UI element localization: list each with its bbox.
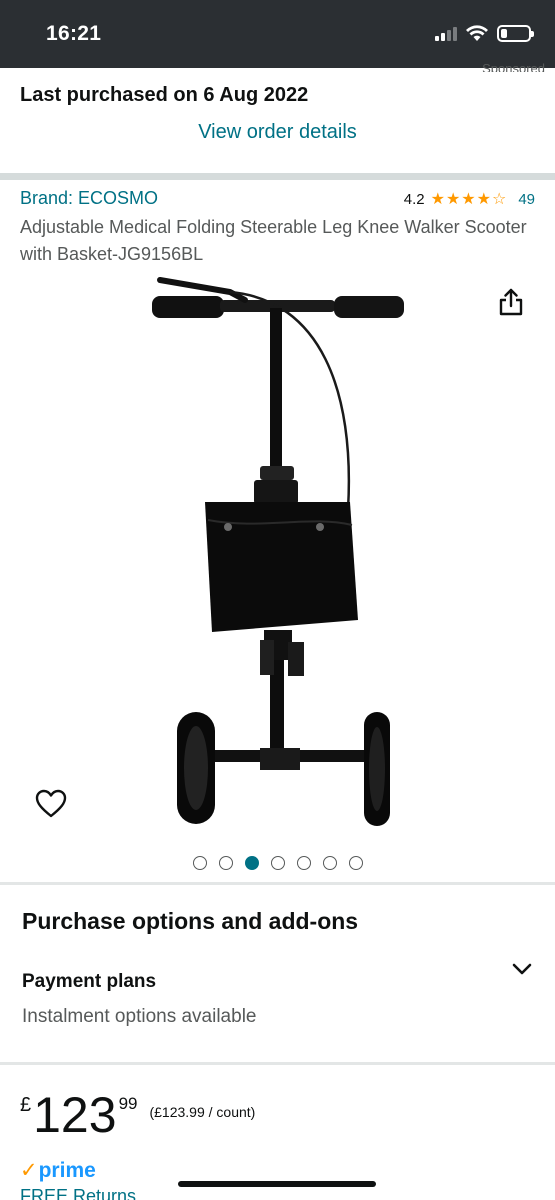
carousel-dot[interactable] xyxy=(244,856,259,870)
carousel-dot[interactable] xyxy=(218,856,233,870)
star-full-icon: ★ xyxy=(445,190,461,208)
status-time: 16:21 xyxy=(46,22,102,45)
status-bar: 16:21 xyxy=(0,0,555,68)
chevron-down-icon[interactable] xyxy=(511,960,533,978)
cellular-signal-icon xyxy=(435,25,457,41)
status-icons xyxy=(435,24,534,42)
share-icon[interactable] xyxy=(497,287,525,317)
star-full-icon: ★ xyxy=(461,190,476,208)
purchase-options-heading: Purchase options and add-ons xyxy=(22,908,359,934)
price-block: £ 123 99 (£123.99 / count) xyxy=(20,1090,255,1140)
star-rating: ★ ★ ★ ★ ☆ xyxy=(430,190,507,208)
rating-summary[interactable]: 4.2 ★ ★ ★ ★ ☆ 49 xyxy=(404,191,535,208)
carousel-dot[interactable] xyxy=(192,856,207,870)
star-full-icon: ★ xyxy=(430,190,445,208)
section-divider xyxy=(0,173,555,180)
home-indicator[interactable] xyxy=(178,1181,376,1187)
rating-value: 4.2 xyxy=(403,191,425,208)
carousel-dot[interactable] xyxy=(270,856,285,870)
product-image[interactable] xyxy=(120,270,440,840)
free-returns-link[interactable]: FREE Returns xyxy=(20,1186,136,1200)
image-carousel-dots xyxy=(0,856,555,870)
battery-icon xyxy=(497,24,534,42)
carousel-dot[interactable] xyxy=(348,856,363,870)
price-whole: 123 xyxy=(33,1087,117,1143)
prime-label: prime xyxy=(38,1158,96,1182)
payment-plans-subtitle: Instalment options available xyxy=(22,1006,257,1027)
carousel-dot[interactable] xyxy=(322,856,337,870)
star-full-icon: ★ xyxy=(476,190,491,208)
brand-link[interactable]: Brand: ECOSMO xyxy=(20,188,158,209)
last-purchased-text: Last purchased on 6 Aug 2022 xyxy=(20,84,309,106)
product-title: Adjustable Medical Folding Steerable Leg… xyxy=(20,217,527,264)
sponsored-label: Sponsored xyxy=(482,61,545,72)
star-empty-icon: ☆ xyxy=(491,190,507,208)
carousel-dot[interactable] xyxy=(296,856,311,870)
rating-count[interactable]: 49 xyxy=(518,191,535,208)
wifi-icon xyxy=(466,25,488,41)
heart-icon[interactable] xyxy=(35,789,67,819)
prime-badge: ✓ prime xyxy=(20,1158,96,1183)
price-per-unit: (£123.99 / count) xyxy=(149,1104,256,1120)
prime-check-icon: ✓ xyxy=(20,1159,38,1182)
payment-plans-title[interactable]: Payment plans xyxy=(22,971,156,993)
price-fraction: 99 xyxy=(118,1094,138,1113)
section-divider xyxy=(0,1062,555,1065)
view-order-details-link[interactable]: View order details xyxy=(0,121,555,144)
section-divider xyxy=(0,882,555,885)
price-currency: £ xyxy=(20,1094,32,1116)
